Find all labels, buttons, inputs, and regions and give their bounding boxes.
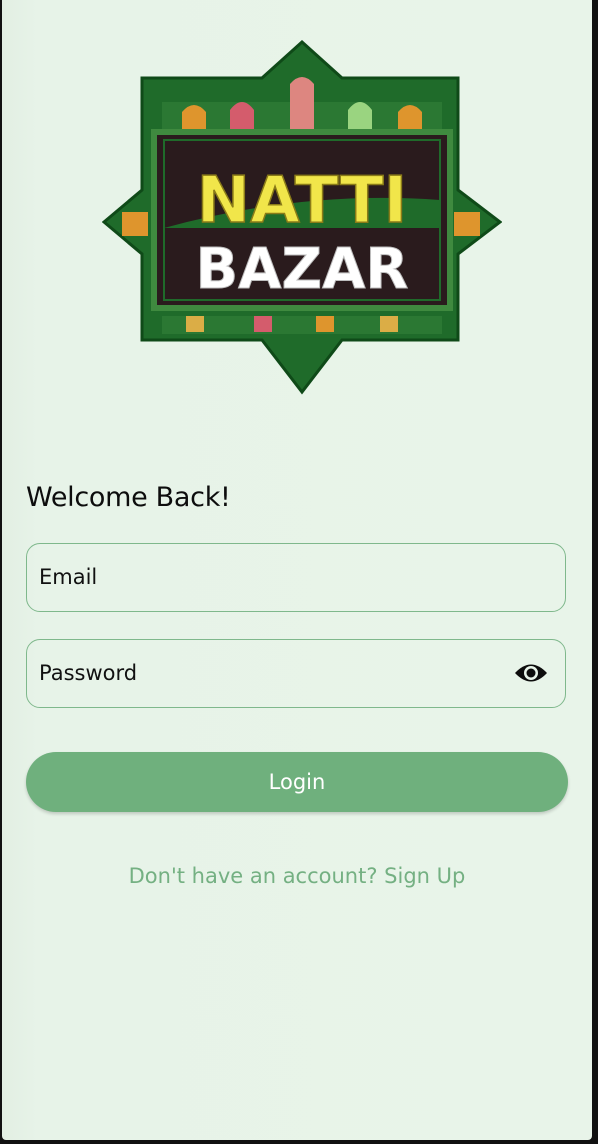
- logo-line2: BAZAR: [195, 237, 408, 302]
- login-button[interactable]: Login: [26, 752, 568, 812]
- password-placeholder: Password: [39, 661, 138, 685]
- email-placeholder: Email: [39, 565, 98, 589]
- login-screen: NATTI BAZAR Welcome Back! Email Password…: [2, 0, 592, 1140]
- welcome-heading: Welcome Back!: [26, 482, 231, 513]
- password-field[interactable]: Password: [26, 639, 566, 708]
- logo-line1: NATTI: [197, 164, 408, 238]
- app-logo: NATTI BAZAR: [102, 40, 502, 396]
- signup-link[interactable]: Don't have an account? Sign Up: [2, 864, 592, 888]
- email-field[interactable]: Email: [26, 543, 566, 612]
- eye-icon[interactable]: [513, 660, 549, 686]
